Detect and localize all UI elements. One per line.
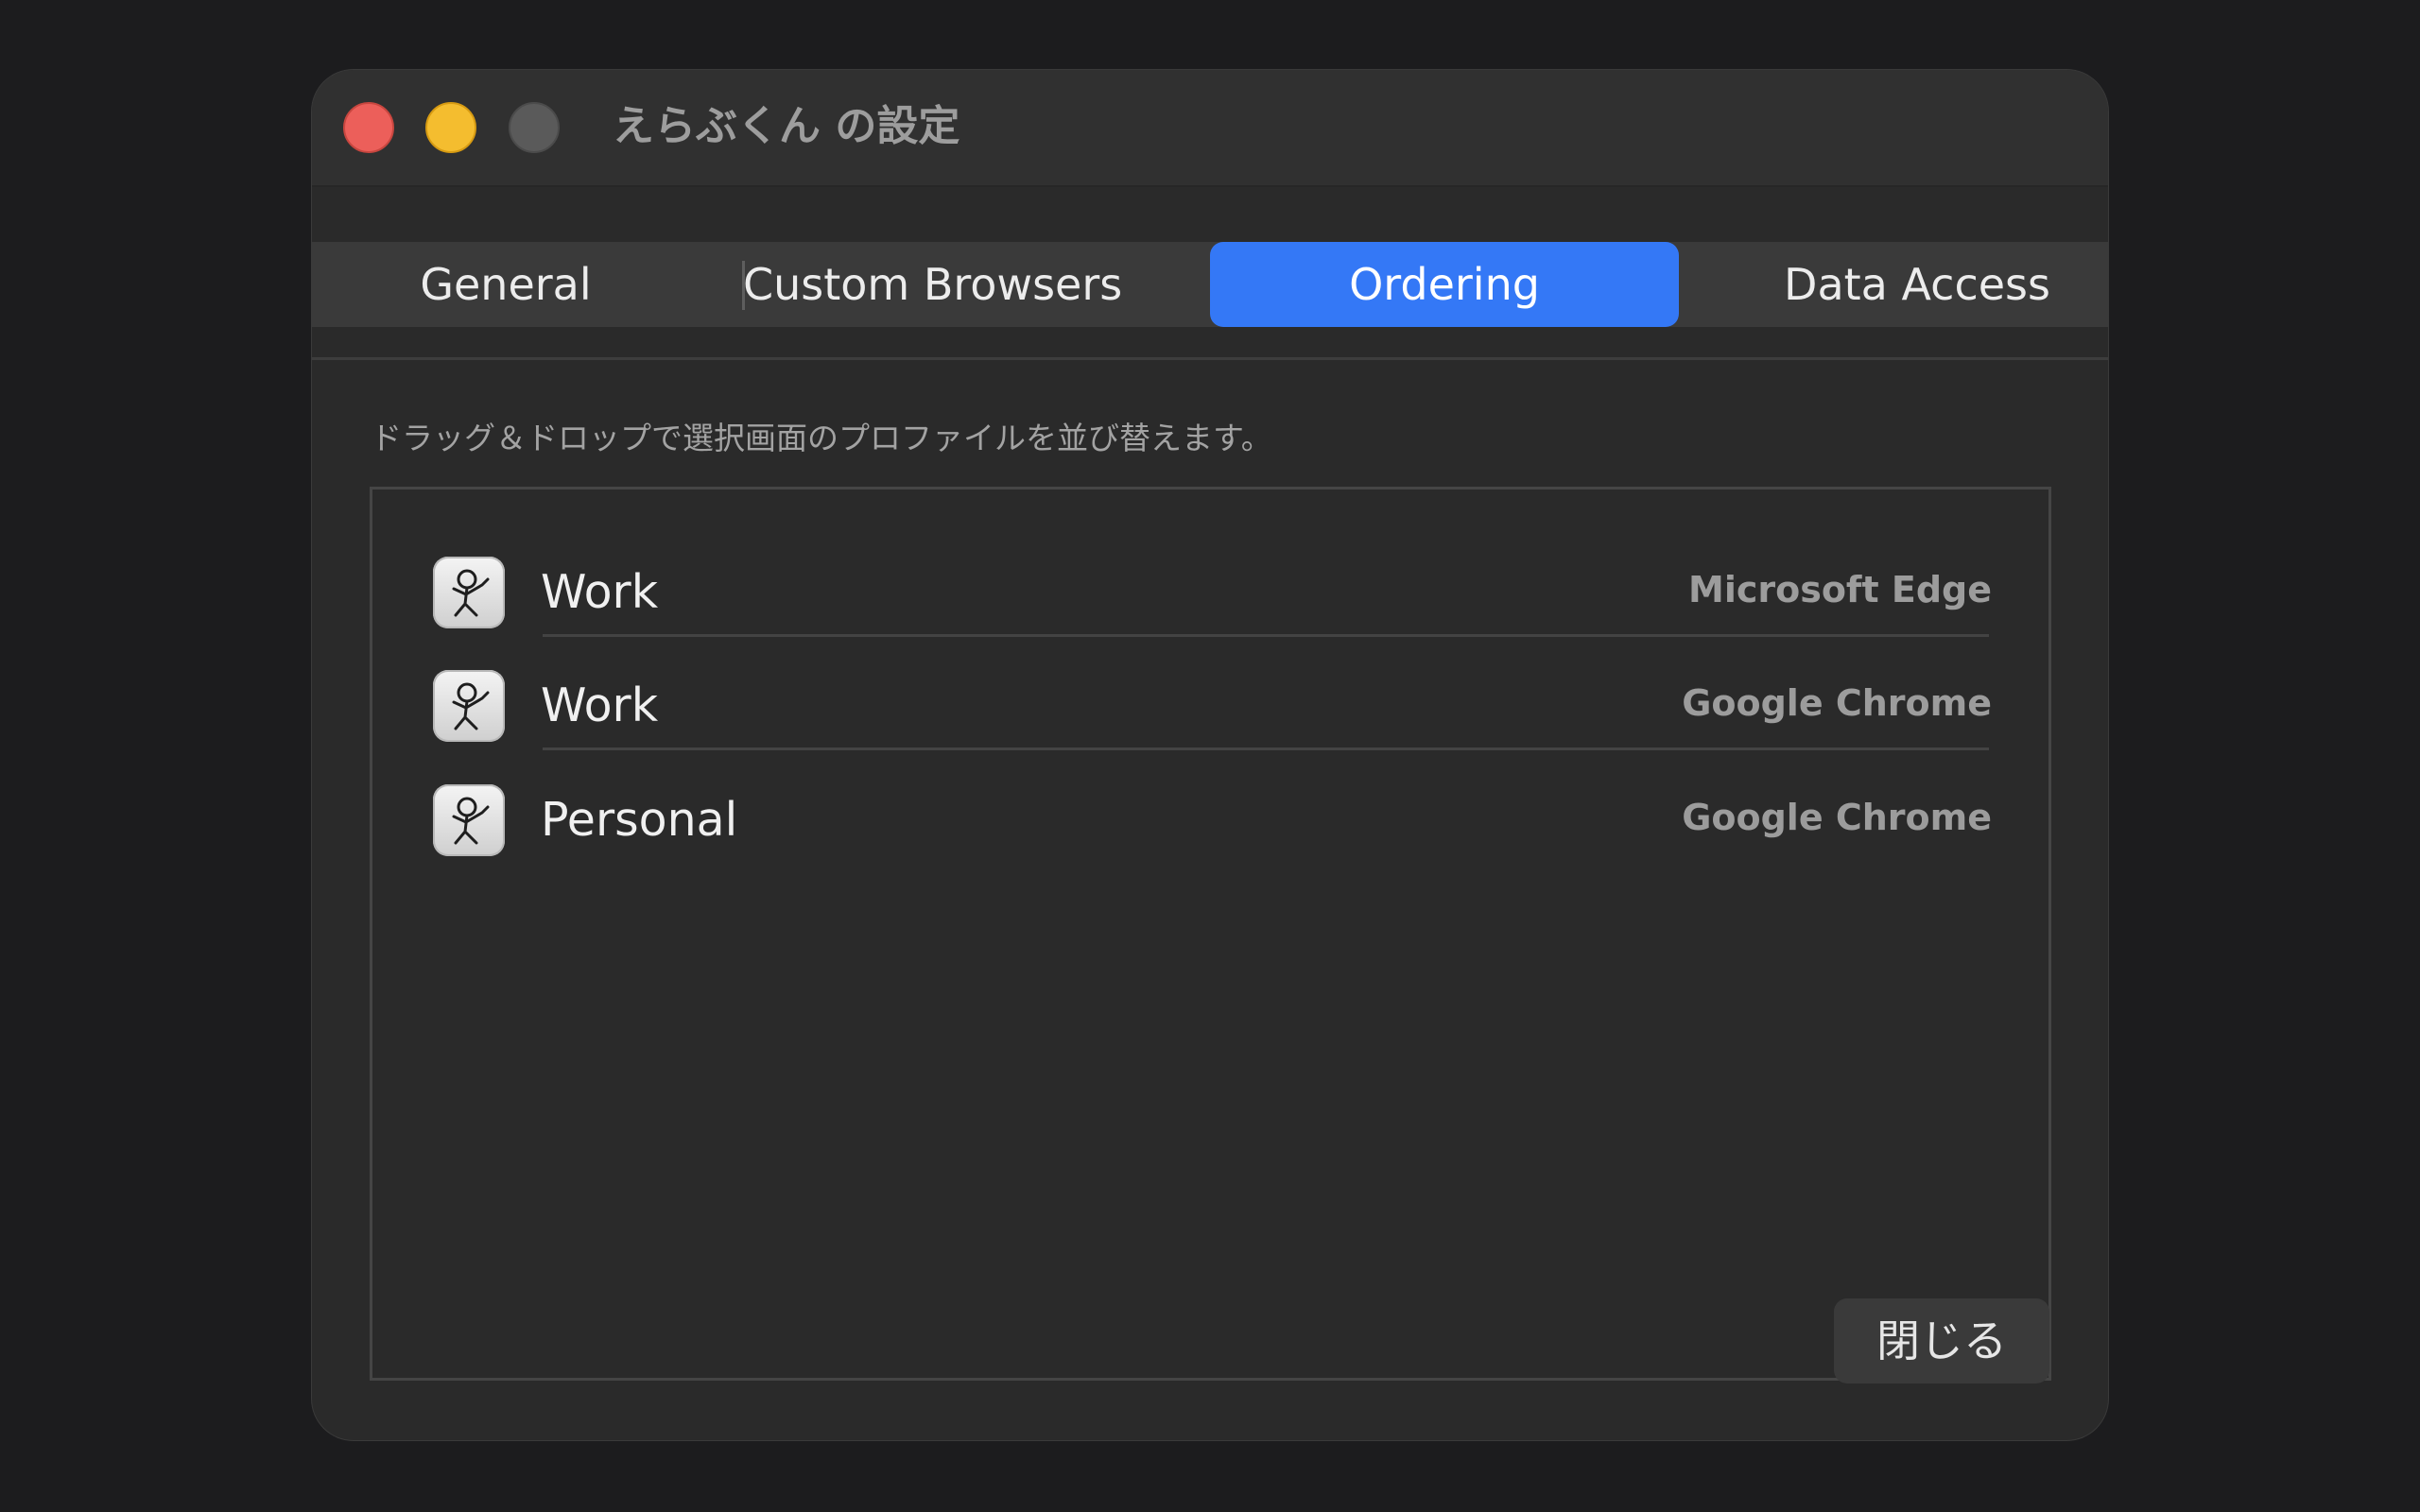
minimize-window-button[interactable] <box>425 102 476 153</box>
browser-name: Google Chrome <box>1682 797 1992 838</box>
profile-name: Work <box>541 679 659 732</box>
tab-custom-browsers[interactable]: Custom Browsers <box>743 242 1122 327</box>
profile-row[interactable]: Work Google Chrome <box>372 637 2048 750</box>
row-divider <box>543 747 1989 750</box>
window-title: えらぶくん の設定 <box>613 102 960 150</box>
profile-row[interactable]: Personal Google Chrome <box>372 751 2048 865</box>
tab-bar: General Custom Browsers Ordering Data Ac… <box>312 242 2108 327</box>
header-divider <box>312 357 2108 360</box>
zoom-window-button[interactable] <box>509 102 560 153</box>
profile-name: Work <box>541 565 659 619</box>
profile-name: Personal <box>541 793 738 847</box>
app-icon <box>433 557 505 628</box>
browser-name: Microsoft Edge <box>1688 569 1992 610</box>
browser-name: Google Chrome <box>1682 682 1992 724</box>
profile-order-list: Work Microsoft Edge Work Google Chrome P… <box>370 487 2051 1381</box>
settings-window: えらぶくん の設定 General Custom Browsers Orderi… <box>312 70 2108 1440</box>
ordering-instruction: ドラッグ＆ドロップで選択画面のプロファイルを並び替えます。 <box>371 420 1272 456</box>
app-icon <box>433 784 505 856</box>
title-bar[interactable]: えらぶくん の設定 <box>312 70 2108 187</box>
tab-data-access[interactable]: Data Access <box>1726 242 2108 327</box>
close-button[interactable]: 閉じる <box>1834 1298 2049 1383</box>
close-window-button[interactable] <box>343 102 394 153</box>
profile-row[interactable]: Work Microsoft Edge <box>372 524 2048 637</box>
tab-ordering[interactable]: Ordering <box>1210 242 1679 327</box>
app-icon <box>433 670 505 742</box>
tab-general[interactable]: General <box>312 242 700 327</box>
